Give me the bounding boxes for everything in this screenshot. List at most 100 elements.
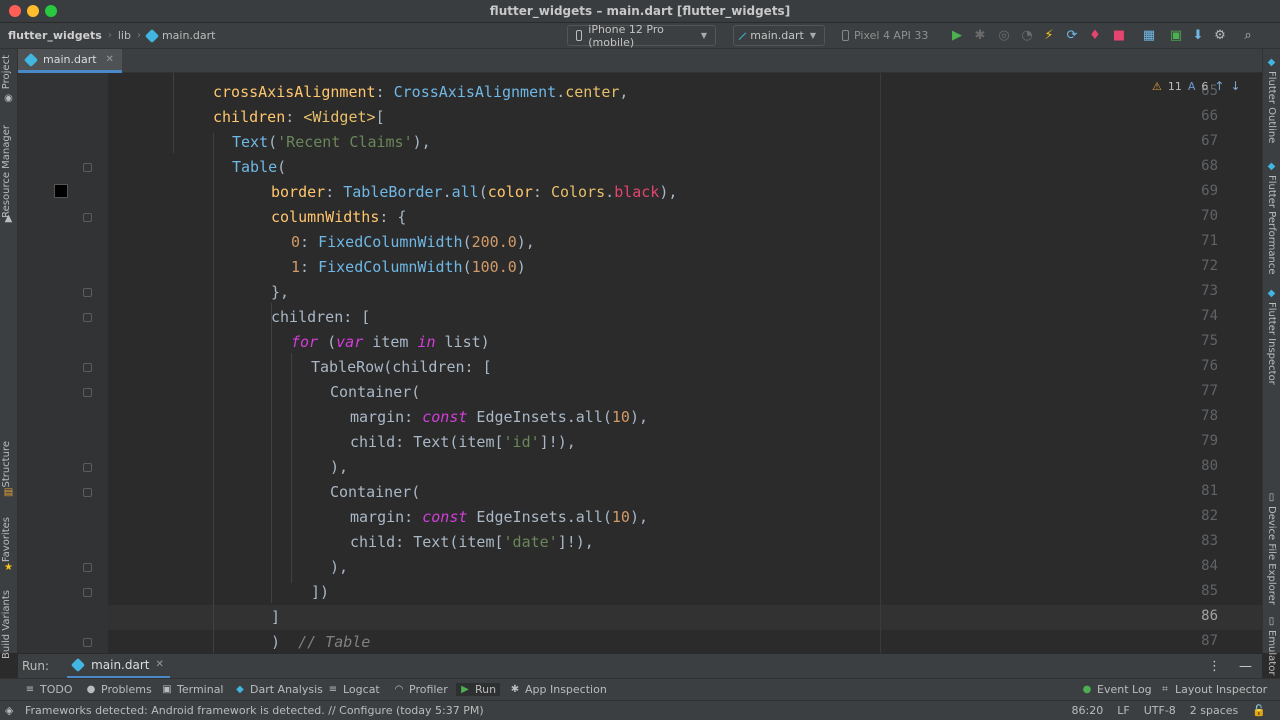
code-line[interactable]: ), (330, 455, 348, 480)
fold-marker-icon[interactable] (83, 563, 92, 572)
device-manager-icon[interactable]: ⚙ (1212, 28, 1228, 44)
code-token: ( (277, 158, 287, 176)
tool-profiler[interactable]: ◠ Profiler (394, 683, 448, 696)
tool-run[interactable]: ▶ Run (456, 683, 501, 696)
code-line[interactable]: columnWidths: { (271, 205, 406, 230)
code-line[interactable]: Container( (330, 480, 420, 505)
code-token: 'id' (503, 433, 540, 451)
code-line[interactable]: border: TableBorder.all(color: Colors.bl… (271, 180, 677, 205)
code-editor[interactable]: crossAxisAlignment: CrossAxisAlignment.c… (18, 73, 1262, 653)
flutter-devtools-icon[interactable]: ♦ (1087, 28, 1103, 44)
code-line[interactable]: }, (271, 280, 289, 305)
inspection-widget[interactable]: ⚠ 11 A 6 ↑ ↓ (1152, 79, 1241, 93)
code-token: . (442, 183, 452, 201)
tool-device-file-explorer[interactable]: Device File Explorer (1266, 506, 1277, 605)
code-token: EdgeInsets.all( (467, 508, 612, 526)
code-token: 'Recent Claims' (277, 133, 413, 151)
target-device-label: Pixel 4 API 33 (854, 29, 929, 42)
code-line[interactable]: child: Text(item['id']!), (350, 430, 576, 455)
tool-terminal[interactable]: ▣ Terminal (162, 683, 223, 696)
code-line[interactable]: Text('Recent Claims'), (232, 130, 431, 155)
fold-marker-icon[interactable] (83, 313, 92, 322)
code-line[interactable]: ), (330, 555, 348, 580)
tool-flutter-outline[interactable]: Flutter Outline (1266, 71, 1277, 143)
tool-layout-inspector[interactable]: ⌗ Layout Inspector (1160, 683, 1267, 696)
code-line[interactable]: crossAxisAlignment: CrossAxisAlignment.c… (213, 80, 628, 105)
debug-icon[interactable]: ✱ (972, 28, 988, 44)
tool-flutter-inspector[interactable]: Flutter Inspector (1266, 302, 1277, 385)
code-line[interactable]: Table( (232, 155, 286, 180)
run-tab-main-dart[interactable]: main.dart ✕ (67, 654, 170, 679)
more-options-icon[interactable]: ⋮ (1208, 659, 1221, 674)
device-selector[interactable]: iPhone 12 Pro (mobile) ▼ (567, 23, 716, 49)
fold-marker-icon[interactable] (83, 363, 92, 372)
line-separator[interactable]: LF (1117, 704, 1129, 717)
next-highlight-icon[interactable]: ↓ (1230, 79, 1240, 93)
stop-icon[interactable]: ■ (1111, 28, 1127, 44)
target-device[interactable]: Pixel 4 API 33 (842, 29, 928, 42)
fold-marker-icon[interactable] (83, 163, 92, 172)
minimize-panel-icon[interactable]: — (1239, 659, 1252, 674)
indent-setting[interactable]: 2 spaces (1190, 704, 1239, 717)
code-line[interactable]: margin: const EdgeInsets.all(10), (350, 405, 648, 430)
tab-main-dart[interactable]: main.dart ✕ (18, 49, 122, 73)
tool-event-log[interactable]: ● Event Log (1082, 683, 1152, 696)
line-number: 78 (1201, 408, 1218, 424)
tool-problems[interactable]: ● Problems (86, 683, 152, 696)
fold-marker-icon[interactable] (83, 388, 92, 397)
code-line[interactable]: TableRow(children: [ (311, 355, 492, 380)
breadcrumb-project[interactable]: flutter_widgets (8, 29, 102, 42)
code-token: children (213, 108, 286, 126)
tool-app-inspection[interactable]: ✱ App Inspection (510, 683, 607, 696)
layers-icon[interactable]: ◈ (5, 704, 13, 717)
terminal-icon[interactable]: ▣ (1168, 28, 1184, 44)
code-token: 0 (291, 233, 301, 251)
code-line[interactable]: children: [ (271, 305, 370, 330)
fold-marker-icon[interactable] (83, 638, 92, 647)
close-icon[interactable]: ✕ (106, 54, 114, 65)
breadcrumb-lib[interactable]: lib (118, 29, 131, 42)
close-icon[interactable]: ✕ (155, 659, 163, 670)
fold-marker-icon[interactable] (83, 288, 92, 297)
tool-dart-analysis[interactable]: ◆ Dart Analysis (235, 683, 323, 696)
code-line[interactable]: 0: FixedColumnWidth(200.0), (291, 230, 535, 255)
hot-reload-icon[interactable]: ⚡ (1041, 28, 1057, 44)
tool-structure[interactable]: Structure (1, 441, 12, 488)
run-config-selector[interactable]: main.dart ▼ (733, 25, 825, 46)
code-line[interactable]: children: <Widget>[ (213, 105, 385, 130)
code-line[interactable]: ) // Table (271, 630, 370, 653)
project-structure-icon[interactable]: ▦ (1141, 28, 1157, 44)
code-line[interactable]: 1: FixedColumnWidth(100.0) (291, 255, 526, 280)
code-line[interactable]: for (var item in list) (291, 330, 490, 355)
run-icon[interactable]: ▶ (949, 28, 965, 44)
code-line[interactable]: margin: const EdgeInsets.all(10), (350, 505, 648, 530)
lock-icon[interactable]: 🔓 (1252, 704, 1266, 717)
tool-todo[interactable]: ≡ TODO (25, 683, 73, 696)
attach-debugger-icon[interactable]: ◎ (996, 28, 1012, 44)
tool-favorites[interactable]: Favorites (1, 517, 12, 562)
code-line[interactable]: Container( (330, 380, 420, 405)
code-line[interactable]: ] (271, 605, 280, 630)
profile-icon[interactable]: ◔ (1019, 28, 1035, 44)
fold-marker-icon[interactable] (83, 463, 92, 472)
search-icon[interactable]: ⌕ (1240, 28, 1256, 44)
tool-flutter-performance[interactable]: Flutter Performance (1266, 175, 1277, 275)
breadcrumb-file[interactable]: main.dart (144, 28, 216, 43)
status-message[interactable]: Frameworks detected: Android framework i… (25, 704, 484, 717)
caret-position[interactable]: 86:20 (1072, 704, 1104, 717)
previous-highlight-icon[interactable]: ↑ (1214, 79, 1224, 93)
code-line[interactable]: ]) (311, 580, 329, 605)
tool-logcat[interactable]: ≡ Logcat (328, 683, 380, 696)
tool-resource-manager[interactable]: Resource Manager (1, 125, 12, 218)
fold-marker-icon[interactable] (83, 588, 92, 597)
hot-restart-icon[interactable]: ⟳ (1064, 28, 1080, 44)
color-swatch-black[interactable] (54, 184, 68, 198)
sdk-manager-icon[interactable]: ⬇ (1190, 28, 1206, 44)
fold-marker-icon[interactable] (83, 488, 92, 497)
file-encoding[interactable]: UTF-8 (1144, 704, 1176, 717)
code-line[interactable]: child: Text(item['date']!), (350, 530, 594, 555)
tool-build-variants[interactable]: Build Variants (1, 590, 12, 659)
tool-emulator[interactable]: Emulator (1266, 630, 1277, 675)
fold-marker-icon[interactable] (83, 213, 92, 222)
tool-project[interactable]: Project (1, 55, 12, 89)
